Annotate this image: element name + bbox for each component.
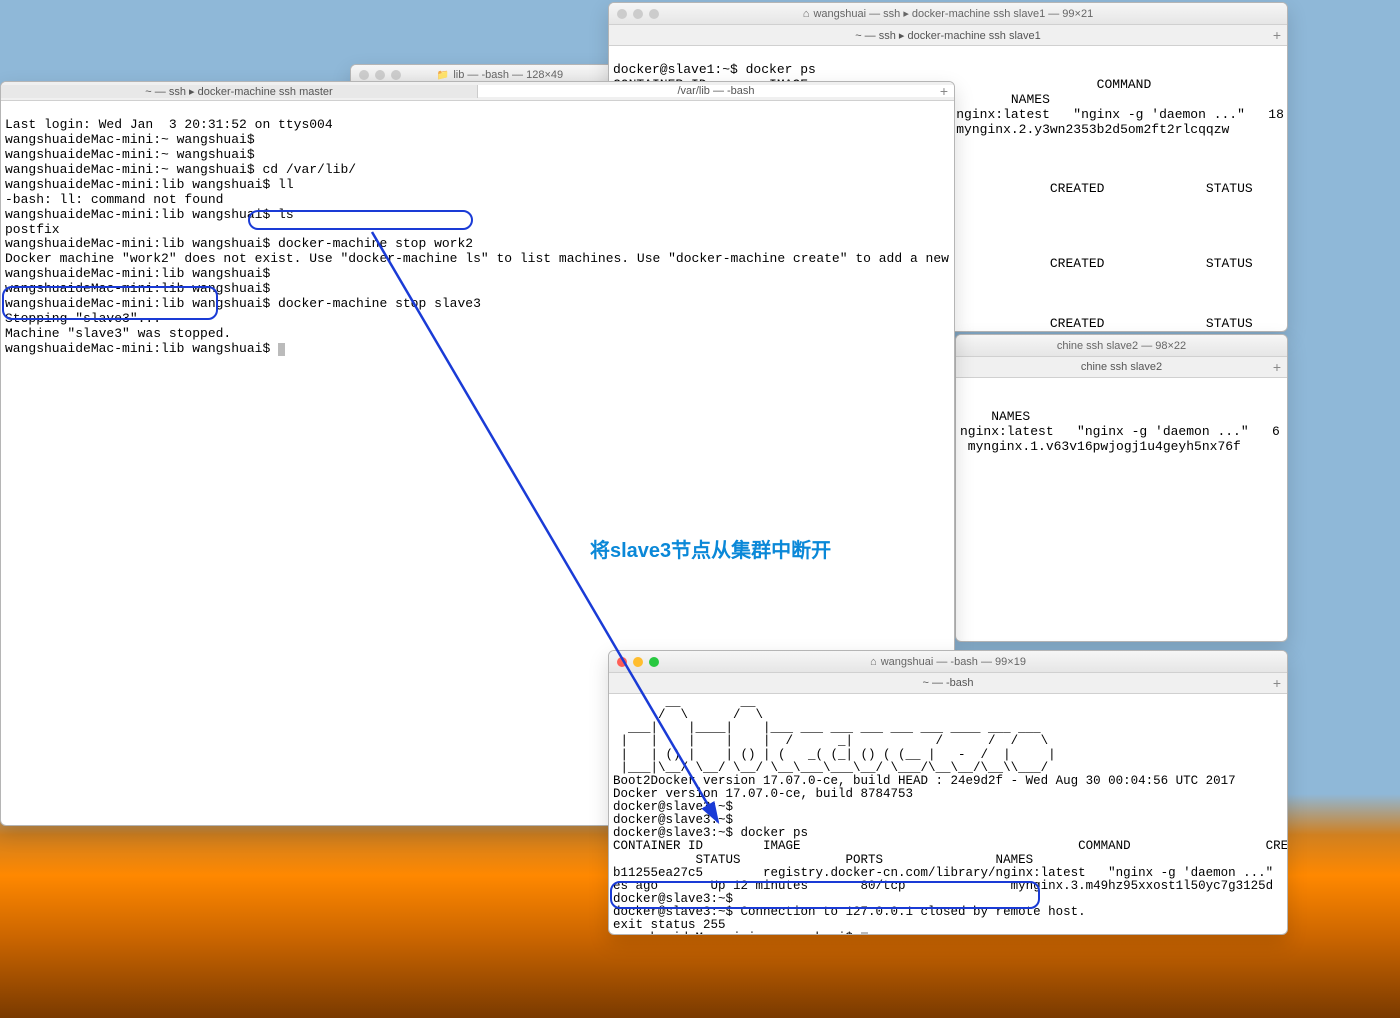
term-line: wangshuaideMac-mini:lib wangshuai$ ll bbox=[5, 177, 294, 192]
window-slave3: wangshuai — -bash — 99×19 ~ — -bash + __… bbox=[608, 650, 1288, 935]
term-line: wangshuaideMac-mini:~ wangshuai$ bbox=[5, 147, 255, 162]
ascii-art: __ __ / \ / \ ___| |____| |___ ___ ___ _… bbox=[613, 695, 1056, 775]
term-line: postfix bbox=[5, 222, 60, 237]
tabbar-slave1[interactable]: ~ — ssh ▸ docker-machine ssh slave1 + bbox=[609, 25, 1287, 46]
term-line: wangshuaideMac-mini:~ wangshuai$ bbox=[613, 931, 861, 934]
minimize-icon[interactable] bbox=[633, 9, 643, 19]
tab-varlib[interactable]: /var/lib — -bash bbox=[478, 85, 954, 97]
term-line: docker@slave3:~$ bbox=[613, 892, 733, 906]
tabbar-slave3[interactable]: ~ — -bash + bbox=[609, 673, 1287, 694]
title-text: chine ssh slave2 — 98×22 bbox=[1057, 340, 1186, 352]
tab-label[interactable]: ~ — -bash bbox=[922, 677, 973, 689]
tabbar-master[interactable]: ~ — ssh ▸ docker-machine ssh master /var… bbox=[1, 82, 954, 101]
term-line: mynginx.1.v63v16pwjogj1u4geyh5nx76f bbox=[960, 439, 1241, 454]
zoom-icon[interactable] bbox=[391, 70, 401, 80]
term-line: wangshuaideMac-mini:lib wangshuai$ ls bbox=[5, 207, 294, 222]
term-line: Stopping "slave3"... bbox=[5, 311, 161, 326]
term-line: wangshuaideMac-mini:~ wangshuai$ cd /var… bbox=[5, 162, 356, 177]
window-slave2: chine ssh slave2 — 98×22 chine ssh slave… bbox=[955, 334, 1288, 642]
term-line: docker@slave3:~$ docker ps bbox=[613, 826, 808, 840]
term-line: docker@slave3:~$ Connection to 127.0.0.1… bbox=[613, 905, 1086, 919]
term-line: NAMES bbox=[960, 409, 1030, 424]
term-line: wangshuaideMac-mini:~ wangshuai$ bbox=[5, 132, 255, 147]
term-line: docker@slave3:~$ bbox=[613, 813, 733, 827]
close-icon[interactable] bbox=[617, 657, 627, 667]
title-text: lib — -bash — 128×49 bbox=[453, 69, 563, 81]
terminal-body-slave2[interactable]: COMMAND CREATED NAMES nginx:latest "ngin… bbox=[956, 378, 1287, 641]
terminal-body-slave3[interactable]: __ __ / \ / \ ___| |____| |___ ___ ___ _… bbox=[609, 694, 1287, 934]
minimize-icon[interactable] bbox=[633, 657, 643, 667]
close-icon[interactable] bbox=[617, 9, 627, 19]
title-text: wangshuai — -bash — 99×19 bbox=[881, 656, 1026, 668]
term-line: wangshuaideMac-mini:lib wangshuai$ bbox=[5, 341, 278, 356]
new-tab-icon[interactable]: + bbox=[1273, 359, 1281, 375]
home-icon bbox=[803, 8, 810, 20]
term-line: wangshuaideMac-mini:lib wangshuai$ docke… bbox=[5, 296, 481, 311]
folder-icon bbox=[437, 69, 449, 81]
titlebar-slave1[interactable]: wangshuai — ssh ▸ docker-machine ssh sla… bbox=[609, 3, 1287, 25]
term-line: wangshuaideMac-mini:lib wangshuai$ bbox=[5, 281, 270, 296]
term-line: exit status 255 bbox=[613, 918, 726, 932]
tab-label[interactable]: ~ — ssh ▸ docker-machine ssh slave1 bbox=[855, 29, 1041, 42]
tab-master[interactable]: ~ — ssh ▸ docker-machine ssh master bbox=[1, 85, 478, 98]
cursor bbox=[278, 343, 285, 356]
tabbar-slave2[interactable]: chine ssh slave2 + bbox=[956, 357, 1287, 378]
term-line: docker@slave1:~$ docker ps bbox=[613, 62, 816, 77]
titlebar-slave3[interactable]: wangshuai — -bash — 99×19 bbox=[609, 651, 1287, 673]
term-line: CONTAINER ID IMAGE COMMAND CREATED bbox=[613, 839, 1287, 853]
title-text: wangshuai — ssh ▸ docker-machine ssh sla… bbox=[813, 7, 1093, 20]
term-line: COMMAND CREATED bbox=[960, 394, 1287, 409]
tab-label[interactable]: chine ssh slave2 bbox=[1081, 361, 1162, 373]
new-tab-icon[interactable]: + bbox=[1273, 27, 1281, 43]
close-icon[interactable] bbox=[359, 70, 369, 80]
titlebar-slave2[interactable]: chine ssh slave2 — 98×22 bbox=[956, 335, 1287, 357]
term-line: Machine "slave3" was stopped. bbox=[5, 326, 231, 341]
term-line: Docker version 17.07.0-ce, build 8784753 bbox=[613, 787, 913, 801]
term-line: wangshuaideMac-mini:lib wangshuai$ bbox=[5, 266, 270, 281]
home-icon bbox=[870, 656, 877, 668]
annotation-caption: 将slave3节点从集群中断开 bbox=[590, 534, 831, 563]
term-line: wangshuaideMac-mini:lib wangshuai$ docke… bbox=[5, 236, 473, 251]
term-line: Boot2Docker version 17.07.0-ce, build HE… bbox=[613, 774, 1236, 788]
cursor bbox=[861, 932, 868, 934]
term-line: -bash: ll: command not found bbox=[5, 192, 223, 207]
term-line: STATUS PORTS NAMES bbox=[613, 853, 1033, 867]
term-line: nginx:latest "nginx -g 'daemon ..." 6 mi… bbox=[960, 424, 1287, 439]
term-line: Docker machine "work2" does not exist. U… bbox=[5, 251, 954, 266]
term-line: es ago Up 12 minutes 80/tcp mynginx.3.m4… bbox=[613, 879, 1273, 893]
tab-label: /var/lib — -bash bbox=[677, 85, 754, 97]
minimize-icon[interactable] bbox=[375, 70, 385, 80]
zoom-icon[interactable] bbox=[649, 657, 659, 667]
zoom-icon[interactable] bbox=[649, 9, 659, 19]
tab-label: ~ — ssh ▸ docker-machine ssh master bbox=[145, 86, 332, 98]
term-line: b11255ea27c5 registry.docker-cn.com/libr… bbox=[613, 866, 1287, 880]
new-tab-icon[interactable]: + bbox=[940, 83, 948, 99]
term-line: Last login: Wed Jan 3 20:31:52 on ttys00… bbox=[5, 117, 333, 132]
term-line: docker@slave3:~$ bbox=[613, 800, 733, 814]
new-tab-icon[interactable]: + bbox=[1273, 675, 1281, 691]
